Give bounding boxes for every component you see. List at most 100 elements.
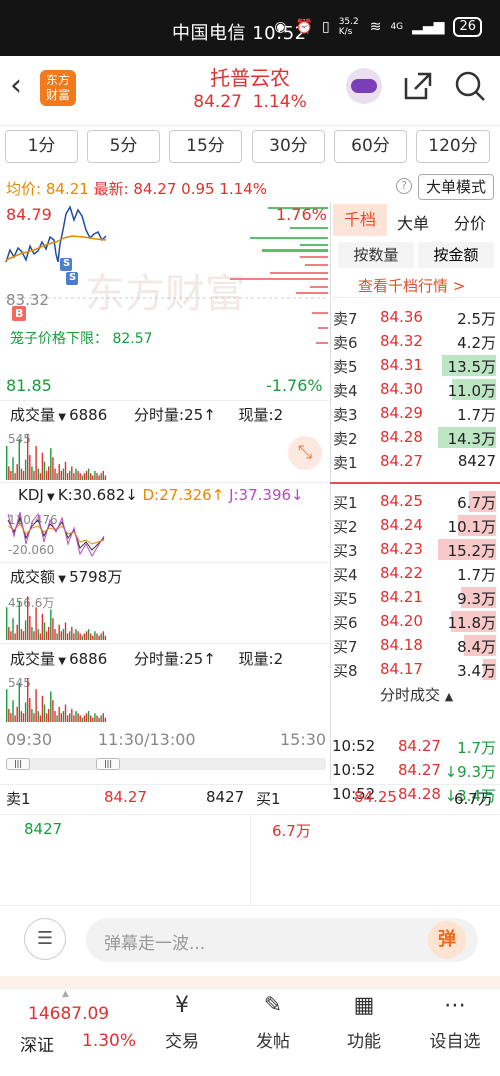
ask-row[interactable]: 卖5 84.31 13.5万 bbox=[330, 354, 500, 378]
add-watchlist-nav[interactable]: ⋯ 设自选 bbox=[424, 993, 486, 1052]
amount-header[interactable]: 成交额 ▼ 5798万 bbox=[10, 566, 122, 587]
period-tabs: 1分 5分 15分 30分 60分 120分 bbox=[0, 130, 500, 166]
kdj-chart bbox=[7, 511, 105, 558]
level-price: 84.22 bbox=[380, 564, 423, 582]
bid-row[interactable]: 买8 84.17 3.4万 bbox=[330, 658, 500, 682]
level-volume: 4.2万 bbox=[457, 334, 496, 352]
level-volume: 1.7万 bbox=[457, 566, 496, 584]
tab-fenjia[interactable]: 分价 bbox=[454, 210, 486, 234]
level-price: 84.28 bbox=[380, 428, 423, 446]
index-pct[interactable]: 1.30% bbox=[82, 1031, 136, 1051]
tab-dadan[interactable]: 大单 bbox=[397, 210, 429, 234]
tab-5min[interactable]: 5分 bbox=[87, 130, 160, 163]
ask-row[interactable]: 卖4 84.30 11.0万 bbox=[330, 378, 500, 402]
chart-top-pct: 1.76% bbox=[276, 205, 327, 224]
volume2-bars-chart bbox=[6, 678, 107, 722]
level-label: 卖2 bbox=[333, 430, 358, 448]
summary-buy1-price: 84.25 bbox=[354, 788, 397, 806]
expand-icon[interactable]: ⤡ bbox=[288, 436, 322, 470]
bid-row[interactable]: 买3 84.23 15.2万 bbox=[330, 538, 500, 562]
time-axis-start: 09:30 bbox=[6, 730, 53, 749]
tab-60min[interactable]: 60分 bbox=[334, 130, 407, 163]
yen-icon: ¥ bbox=[175, 993, 189, 1018]
level-label: 卖7 bbox=[333, 310, 358, 328]
price-change: 0.95 bbox=[181, 180, 215, 198]
volume-panel-header[interactable]: 成交量 ▼ 6886 分时量:25↑ 现量:2 bbox=[10, 404, 283, 425]
tab-qiandang[interactable]: 千档 bbox=[333, 204, 387, 236]
battery-icon: 26 bbox=[453, 17, 482, 37]
bid-row[interactable]: 买6 84.20 11.8万 bbox=[330, 610, 500, 634]
level-label: 买3 bbox=[333, 542, 358, 560]
ticks-title[interactable]: 分时成交 ▲ bbox=[380, 684, 453, 705]
kdj-d: D:27.326↑ bbox=[142, 486, 225, 504]
level-volume: 11.0万 bbox=[447, 382, 496, 400]
bid-row[interactable]: 买1 84.25 6.7万 bbox=[330, 490, 500, 514]
alarm-icon: ⏰ bbox=[295, 19, 313, 35]
price-info-line: 均价: 84.21 最新: 84.27 0.95 1.14% bbox=[6, 180, 267, 198]
stock-price: 84.27 bbox=[193, 92, 242, 112]
latest-price: 84.27 bbox=[133, 180, 177, 198]
danmu-button[interactable]: 弹 bbox=[428, 921, 466, 959]
signal-label: 4G bbox=[390, 22, 404, 32]
bid-row[interactable]: 买5 84.21 9.3万 bbox=[330, 586, 500, 610]
function-nav[interactable]: ▦ 功能 bbox=[334, 993, 394, 1052]
view-qiandang-link[interactable]: 查看千档行情 > bbox=[358, 275, 465, 296]
trade-nav[interactable]: ¥ 交易 bbox=[152, 993, 212, 1052]
index-value[interactable]: 14687.09 bbox=[28, 1004, 109, 1024]
time-axis-end: 15:30 bbox=[280, 730, 327, 749]
tab-120min[interactable]: 120分 bbox=[416, 130, 490, 163]
level-price: 84.24 bbox=[380, 516, 423, 534]
edit-icon: ✎ bbox=[263, 993, 283, 1018]
level-price: 84.25 bbox=[380, 492, 423, 510]
stock-header: ‹ 东方 财富 托普云农 84.27 1.14% bbox=[0, 56, 500, 126]
index-name[interactable]: 深证 bbox=[20, 1031, 54, 1056]
tab-30min[interactable]: 30分 bbox=[252, 130, 325, 163]
ask-row[interactable]: 卖6 84.32 4.2万 bbox=[330, 330, 500, 354]
tab-15min[interactable]: 15分 bbox=[169, 130, 242, 163]
ask-row[interactable]: 卖1 84.27 8427 bbox=[330, 450, 500, 474]
level-price: 84.32 bbox=[380, 332, 423, 350]
ask-row[interactable]: 卖2 84.28 14.3万 bbox=[330, 426, 500, 450]
chart-bottom-pct: -1.76% bbox=[266, 376, 323, 395]
summary-sell1-price: 84.27 bbox=[104, 788, 147, 806]
post-nav[interactable]: ✎ 发帖 bbox=[243, 993, 303, 1052]
volume-panel-header-2[interactable]: 成交量 ▼ 6886 分时量:25↑ 现量:2 bbox=[10, 648, 283, 669]
share-icon[interactable] bbox=[402, 70, 434, 102]
bid-row[interactable]: 买7 84.18 8.4万 bbox=[330, 634, 500, 658]
level-price: 84.20 bbox=[380, 612, 423, 630]
ask-row[interactable]: 卖7 84.36 2.5万 bbox=[330, 306, 500, 330]
kdj-header[interactable]: KDJ ▼ K:30.682↓ D:27.326↑ J:37.396↓ bbox=[18, 486, 304, 504]
stock-price-line: 84.27 1.14% bbox=[150, 92, 350, 112]
time-axis-mid: 11:30/13:00 bbox=[98, 730, 196, 749]
sell-detail: 8427 bbox=[24, 820, 63, 838]
avatar[interactable] bbox=[346, 68, 382, 104]
comment-list-icon[interactable]: ☰ bbox=[24, 918, 66, 960]
bid-row[interactable]: 买4 84.22 1.7万 bbox=[330, 562, 500, 586]
help-icon[interactable]: ? bbox=[396, 178, 412, 194]
level-price: 84.27 bbox=[380, 452, 423, 470]
danmu-input[interactable]: 弹幕走一波... 弹 bbox=[86, 918, 478, 962]
search-icon[interactable] bbox=[454, 70, 486, 102]
scroll-handle-right[interactable]: ||| bbox=[96, 758, 120, 770]
level-price: 84.17 bbox=[380, 660, 423, 678]
by-amount-button[interactable]: 按金额 bbox=[418, 242, 494, 268]
tab-1min[interactable]: 1分 bbox=[5, 130, 78, 163]
signal-icon: ▂▄▆ bbox=[412, 19, 445, 35]
ask-row[interactable]: 卖3 84.29 1.7万 bbox=[330, 402, 500, 426]
stock-name[interactable]: 托普云农 bbox=[150, 62, 350, 91]
by-quantity-button[interactable]: 按数量 bbox=[338, 242, 414, 268]
amount-bars-chart bbox=[6, 596, 107, 640]
level-volume: 6.7万 bbox=[457, 494, 496, 512]
level-label: 卖5 bbox=[333, 358, 358, 376]
level-volume: 8.4万 bbox=[457, 638, 496, 656]
level-label: 买1 bbox=[333, 494, 358, 512]
level-label: 买7 bbox=[333, 638, 358, 656]
back-arrow-icon[interactable]: ‹ bbox=[10, 68, 22, 103]
time-scrollbar[interactable]: ||| ||| bbox=[6, 758, 326, 770]
scroll-handle-left[interactable]: ||| bbox=[6, 758, 30, 770]
bid-row[interactable]: 买2 84.24 10.1万 bbox=[330, 514, 500, 538]
big-order-mode-button[interactable]: 大单模式 bbox=[418, 174, 494, 200]
level-label: 买8 bbox=[333, 662, 358, 680]
level-price: 84.18 bbox=[380, 636, 423, 654]
intraday-chart[interactable]: 东方财富 bbox=[0, 202, 330, 400]
